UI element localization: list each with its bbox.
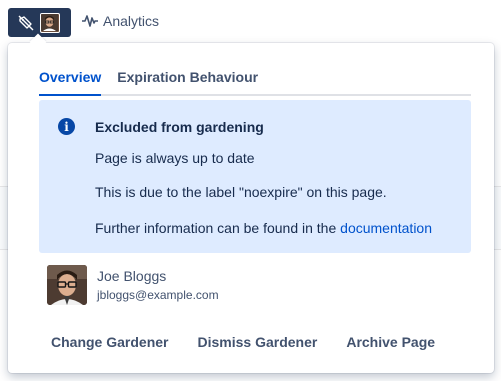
user-details: Joe Bloggs jbloggs@example.com [97, 265, 219, 305]
change-gardener-button[interactable]: Change Gardener [51, 334, 168, 350]
info-title: Excluded from gardening [95, 119, 264, 135]
gardener-button[interactable] [8, 8, 71, 37]
info-docs-text: Further information can be found in the … [95, 220, 432, 236]
gardener-user: Joe Bloggs jbloggs@example.com [47, 265, 219, 305]
info-panel: i Excluded from gardening Page is always… [39, 100, 471, 253]
dismiss-gardener-button[interactable]: Dismiss Gardener [197, 334, 317, 350]
info-reason-text: This is due to the label "noexpire" on t… [95, 184, 387, 200]
tab-bar: Overview Expiration Behaviour [39, 69, 471, 96]
user-name: Joe Bloggs [97, 268, 167, 284]
info-icon: i [58, 118, 75, 135]
action-bar: Change Gardener Dismiss Gardener Archive… [51, 334, 435, 350]
tag-slash-icon [16, 13, 36, 33]
gardener-avatar [40, 12, 60, 33]
analytics-label: Analytics [103, 13, 160, 29]
archive-page-button[interactable]: Archive Page [346, 334, 435, 350]
tab-expiration-behaviour[interactable]: Expiration Behaviour [117, 69, 258, 94]
pulse-line-icon [82, 14, 98, 28]
info-status-text: Page is always up to date [95, 150, 255, 166]
analytics-link[interactable]: Analytics [82, 13, 159, 29]
avatar [47, 265, 87, 305]
documentation-link[interactable]: documentation [340, 220, 432, 236]
gardener-popup: Overview Expiration Behaviour i Excluded… [8, 43, 494, 373]
tab-overview[interactable]: Overview [39, 69, 102, 96]
info-docs-prefix: Further information can be found in the [95, 220, 341, 236]
user-email: jbloggs@example.com [97, 288, 219, 302]
